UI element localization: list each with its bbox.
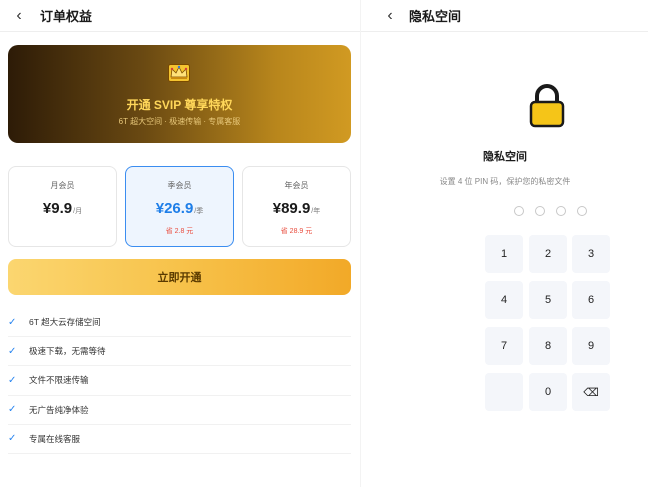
plan-price: ¥89.9/年 bbox=[272, 200, 321, 217]
plan-monthly[interactable]: 月会员 ¥9.9/月 bbox=[8, 166, 117, 247]
pin-dot bbox=[514, 206, 524, 216]
banner-subtitle: 6T 超大空间 · 极速传输 · 专属客服 bbox=[118, 117, 241, 126]
benefit-label: 文件不限速传输 bbox=[29, 375, 89, 386]
left-top-bar: ‹ 订单权益 bbox=[0, 0, 360, 32]
key-1[interactable]: 1 bbox=[485, 235, 523, 273]
lock-icon bbox=[529, 84, 565, 128]
key-2[interactable]: 2 bbox=[529, 235, 567, 273]
chevron-left-icon[interactable]: ‹ bbox=[12, 7, 26, 24]
benefit-item: ✓ 无广告纯净体验 bbox=[8, 396, 351, 425]
plan-name: 月会员 bbox=[50, 181, 75, 190]
benefit-item: ✓ 6T 超大云存储空间 bbox=[8, 308, 351, 338]
benefit-list: ✓ 6T 超大云存储空间 ✓ 极速下载，无需等待 ✓ 文件不限速传输 ✓ 无广告… bbox=[8, 308, 351, 454]
key-6[interactable]: 6 bbox=[572, 281, 610, 319]
activate-button[interactable]: 立即开通 bbox=[8, 259, 351, 295]
membership-panel: ‹ 订单权益 开通 SVIP 尊享特权 6T 超大空间 · 极速传输 · 专属客… bbox=[0, 0, 360, 487]
key-7[interactable]: 7 bbox=[485, 327, 523, 365]
plan-yearly[interactable]: 年会员 ¥89.9/年 省 28.9 元 bbox=[242, 166, 351, 247]
benefit-item: ✓ 专属在线客服 bbox=[8, 425, 351, 454]
plan-price: ¥26.9/季 bbox=[155, 200, 204, 217]
backspace-icon[interactable]: ⌫ bbox=[572, 373, 610, 411]
privacy-subtitle: 设置 4 位 PIN 码，保护您的私密文件 bbox=[439, 177, 571, 186]
check-icon: ✓ bbox=[8, 404, 17, 416]
right-top-bar: ‹ 隐私空间 bbox=[361, 0, 648, 32]
page-title: 隐私空间 bbox=[409, 9, 462, 24]
check-icon: ✓ bbox=[8, 316, 17, 328]
pin-dot bbox=[556, 206, 566, 216]
plan-name: 季会员 bbox=[167, 181, 192, 190]
plan-quarterly[interactable]: 季会员 ¥26.9/季 省 2.8 元 bbox=[125, 166, 234, 247]
key-8[interactable]: 8 bbox=[529, 327, 567, 365]
key-5[interactable]: 5 bbox=[529, 281, 567, 319]
privacy-heading: 隐私空间 bbox=[483, 151, 527, 163]
benefit-label: 极速下载，无需等待 bbox=[29, 346, 106, 357]
key-4[interactable]: 4 bbox=[485, 281, 523, 319]
benefit-label: 无广告纯净体验 bbox=[29, 404, 89, 415]
page-title: 订单权益 bbox=[40, 9, 93, 24]
banner-title: 开通 SVIP 尊享特权 bbox=[126, 98, 233, 112]
pin-indicator bbox=[514, 206, 587, 216]
privacy-panel: ‹ 隐私空间 隐私空间 设置 4 位 PIN 码，保护您的私密文件 1 2 3 … bbox=[360, 0, 648, 487]
pin-dot bbox=[577, 206, 587, 216]
pin-dot bbox=[535, 206, 545, 216]
benefit-label: 6T 超大云存储空间 bbox=[29, 317, 101, 328]
benefit-item: ✓ 极速下载，无需等待 bbox=[8, 337, 351, 367]
chevron-left-icon[interactable]: ‹ bbox=[383, 7, 397, 24]
benefit-label: 专属在线客服 bbox=[29, 433, 81, 444]
check-icon: ✓ bbox=[8, 433, 17, 445]
benefit-item: ✓ 文件不限速传输 bbox=[8, 366, 351, 396]
check-icon: ✓ bbox=[8, 345, 17, 357]
key-0[interactable]: 0 bbox=[529, 373, 567, 411]
plan-save: 省 2.8 元 bbox=[165, 228, 194, 235]
check-icon: ✓ bbox=[8, 374, 17, 386]
plan-save: 省 28.9 元 bbox=[280, 228, 313, 235]
plan-price: ¥9.9/月 bbox=[42, 200, 83, 217]
svip-banner: 开通 SVIP 尊享特权 6T 超大空间 · 极速传输 · 专属客服 bbox=[8, 45, 351, 143]
key-blank bbox=[485, 373, 523, 411]
plan-name: 年会员 bbox=[284, 181, 309, 190]
crown-icon bbox=[168, 64, 190, 82]
key-9[interactable]: 9 bbox=[572, 327, 610, 365]
key-3[interactable]: 3 bbox=[572, 235, 610, 273]
